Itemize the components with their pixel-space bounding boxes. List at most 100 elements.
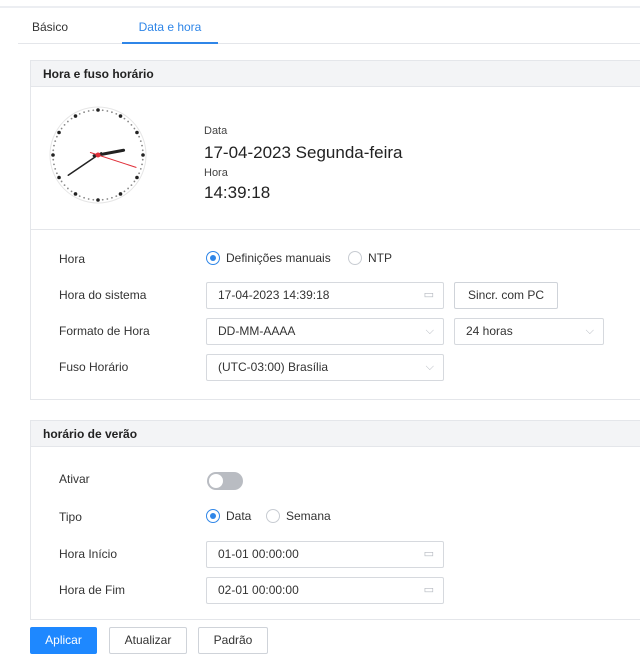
clock-tick: [83, 111, 85, 114]
tab-bar: Básico Data e hora: [18, 8, 640, 44]
chevron-down-icon: ⌵: [425, 361, 434, 373]
hour-format-value: 24 horas: [466, 324, 513, 338]
clock-tick: [127, 120, 130, 123]
radio-manual-label: Definições manuais: [226, 251, 331, 265]
dst-end-value: 02-01 00:00:00: [218, 583, 299, 597]
clock-tick: [141, 158, 144, 161]
sync-with-pc-button[interactable]: Sincr. com PC: [454, 282, 558, 309]
radio-dst-date-label: Data: [226, 509, 252, 523]
clock-tick: [63, 123, 66, 126]
clock-tick: [141, 163, 143, 166]
hora-mode-label: Hora: [59, 252, 86, 266]
dst-panel: horário de verão Ativar Tipo Data Semana…: [30, 420, 640, 620]
clock-tick: [57, 175, 61, 180]
default-button[interactable]: Padrão: [198, 627, 268, 654]
hour-format-select[interactable]: 24 horas ⌵: [454, 318, 604, 345]
dst-start-input[interactable]: 01-01 00:00:00 ▭: [206, 541, 444, 568]
time-panel: Hora e fuso horário Data 17-04-2023 Segu…: [30, 60, 640, 400]
dst-end-input[interactable]: 02-01 00:00:00 ▭: [206, 577, 444, 604]
clock-tick: [115, 195, 118, 198]
clock-tick: [78, 195, 81, 198]
radio-manual-dot: [206, 251, 220, 265]
clock-tick: [83, 196, 85, 199]
radio-manual[interactable]: Definições manuais: [206, 251, 331, 265]
dst-enable-label: Ativar: [59, 472, 90, 486]
radio-ntp-label: NTP: [368, 251, 392, 265]
clock-tick: [130, 123, 133, 126]
clock-tick: [53, 163, 55, 166]
timezone-label: Fuso Horário: [59, 360, 129, 374]
clock-display: Data 17-04-2023 Segunda-feira Hora 14:39…: [31, 88, 640, 230]
date-format-select[interactable]: DD-MM-AAAA ⌵: [206, 318, 444, 345]
clock-tick: [141, 144, 143, 147]
clock-tick: [73, 192, 78, 196]
chevron-down-icon: ⌵: [585, 325, 594, 337]
clock-tick: [57, 130, 61, 135]
time-value: 14:39:18: [204, 183, 271, 202]
date-format-value: DD-MM-AAAA: [218, 324, 296, 338]
dst-start-label: Hora Início: [59, 547, 118, 561]
tab-data-e-hora[interactable]: Data e hora: [122, 20, 218, 34]
clock-tick: [66, 120, 69, 123]
clock-tick: [138, 135, 141, 138]
date-label: Data: [204, 125, 228, 137]
clock-tick: [96, 198, 100, 202]
clock-tick: [87, 198, 90, 200]
radio-dst-week-dot: [266, 509, 280, 523]
toggle-knob: [209, 474, 223, 488]
clock-tick: [60, 180, 63, 183]
clock-tick: [130, 184, 133, 187]
radio-dst-date[interactable]: Data: [206, 509, 251, 523]
clock-tick: [111, 196, 113, 199]
clock-tick: [52, 158, 55, 161]
clock-tick: [135, 175, 139, 180]
time-panel-title: Hora e fuso horário: [31, 61, 640, 87]
timezone-value: (UTC-03:00) Brasília: [218, 360, 329, 374]
clock-tick: [115, 112, 118, 115]
clock-tick: [54, 168, 57, 170]
clock-tick: [138, 172, 141, 175]
clock-tick: [101, 198, 104, 201]
timezone-select[interactable]: (UTC-03:00) Brasília ⌵: [206, 354, 444, 381]
dst-panel-title: horário de verão: [31, 421, 640, 447]
clock-tick: [63, 184, 66, 187]
radio-ntp-dot: [348, 251, 362, 265]
clock-tick: [133, 180, 136, 183]
dst-start-value: 01-01 00:00:00: [218, 547, 299, 561]
clock-tick: [123, 190, 126, 193]
calendar-icon: ▭: [423, 548, 434, 560]
system-time-value: 17-04-2023 14:39:18: [218, 288, 330, 302]
refresh-button[interactable]: Atualizar: [109, 627, 187, 654]
clock-tick: [123, 117, 126, 120]
radio-dst-date-dot: [206, 509, 220, 523]
clock-tick: [51, 153, 55, 157]
analog-clock-icon: [49, 106, 147, 204]
radio-dst-week[interactable]: Semana: [266, 509, 331, 523]
clock-tick: [87, 110, 90, 112]
radio-dst-week-label: Semana: [286, 509, 331, 523]
system-time-input[interactable]: 17-04-2023 14:39:18 ▭: [206, 282, 444, 309]
clock-tick: [96, 108, 100, 112]
date-value: 17-04-2023 Segunda-feira: [204, 143, 403, 162]
clock-tick: [118, 114, 123, 118]
radio-ntp[interactable]: NTP: [348, 251, 392, 265]
clock-tick: [78, 112, 81, 115]
clock-tick: [111, 111, 113, 114]
clock-tick: [118, 192, 123, 196]
clock-tick: [70, 190, 73, 193]
clock-tick: [106, 198, 109, 200]
clock-tick: [73, 114, 78, 118]
calendar-icon: ▭: [423, 289, 434, 301]
system-time-label: Hora do sistema: [59, 288, 147, 302]
clock-tick: [55, 135, 58, 138]
clock-tick: [133, 127, 136, 130]
tab-basico[interactable]: Básico: [32, 20, 68, 34]
clock-tick: [55, 172, 58, 175]
clock-tick: [135, 130, 139, 135]
clock-tick: [139, 168, 142, 170]
time-format-label: Formato de Hora: [59, 324, 150, 338]
calendar-icon: ▭: [423, 584, 434, 596]
clock-tick: [141, 153, 145, 157]
dst-enable-toggle[interactable]: [207, 472, 243, 490]
apply-button[interactable]: Aplicar: [30, 627, 97, 654]
